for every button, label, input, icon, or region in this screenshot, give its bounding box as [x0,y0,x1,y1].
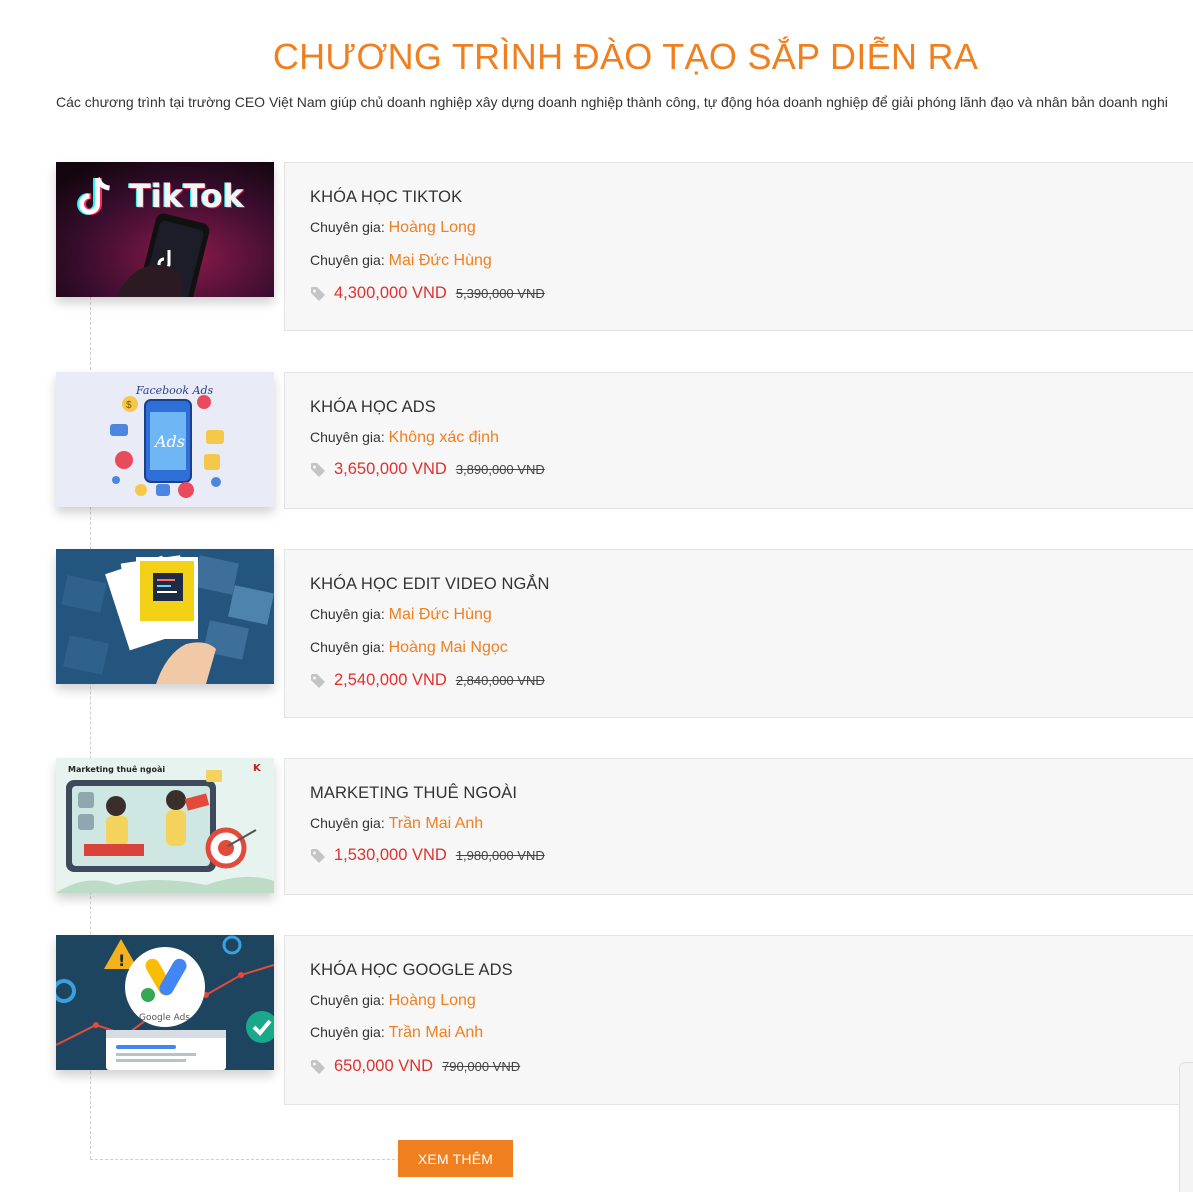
page-subtitle: Các chương trình tại trường CEO Việt Nam… [56,94,1168,110]
svg-text:Google Ads: Google Ads [139,1013,190,1023]
course-expert: Chuyên gia: Mai Đức Hùng [310,606,492,624]
course-item: Marketing thuê ngoài K MARKETING THUÊ NG… [56,758,1193,895]
expert-label: Chuyên gia: [310,429,389,445]
price-tag-icon [311,673,325,688]
course-thumbnail[interactable]: ! Google Ads [56,935,274,1070]
course-title[interactable]: MARKETING THUÊ NGOÀI [310,784,517,803]
price-tag-icon [311,286,325,301]
course-card: KHÓA HỌC ADS Chuyên gia: Không xác định … [284,372,1193,509]
price-tag-icon [311,1059,325,1074]
course-price: 4,300,000 VND [334,284,447,302]
course-old-price: 2,840,000 VND [455,673,545,688]
expert-label: Chuyên gia: [310,1024,389,1040]
course-expert: Chuyên gia: Hoàng Long [310,992,476,1010]
svg-text:Marketing thuê ngoài: Marketing thuê ngoài [68,764,165,774]
course-thumbnail[interactable] [56,549,274,684]
course-expert: Chuyên gia: Không xác định [310,429,499,447]
price-row: 650,000 VND 790,000 VND [310,1057,520,1076]
price-tag-icon [311,462,325,477]
course-thumbnail[interactable]: Marketing thuê ngoài K [56,758,274,893]
course-old-price: 5,390,000 VND [455,286,545,301]
marketing-illustration-icon: Marketing thuê ngoài K [56,758,274,893]
course-expert: Chuyên gia: Trần Mai Anh [310,1024,483,1042]
side-widget-tab[interactable] [1179,1062,1193,1192]
course-old-price: 790,000 VND [442,1059,521,1074]
course-old-price: 3,890,000 VND [455,462,545,477]
course-card: KHÓA HỌC EDIT VIDEO NGẮN Chuyên gia: Mai… [284,549,1193,718]
course-expert: Chuyên gia: Mai Đức Hùng [310,252,492,270]
svg-text:$: $ [126,400,132,411]
course-price: 3,650,000 VND [334,460,447,478]
expert-name[interactable]: Mai Đức Hùng [389,252,492,269]
course-price: 2,540,000 VND [334,671,447,689]
expert-label: Chuyên gia: [310,639,389,655]
course-expert: Chuyên gia: Trần Mai Anh [310,815,483,833]
course-price: 1,530,000 VND [334,846,447,864]
tiktok-logo-icon: TikTok TikTok TikTok [56,162,274,297]
price-row: 3,650,000 VND 3,890,000 VND [310,460,545,479]
course-title[interactable]: KHÓA HỌC ADS [310,398,436,417]
expert-name[interactable]: Hoàng Mai Ngọc [389,639,508,656]
course-item: ! Google Ads KHÓA HỌC GOOGLE ADS Chuyên … [56,935,1193,1105]
view-more-button[interactable]: XEM THÊM [398,1140,513,1177]
price-row: 2,540,000 VND 2,840,000 VND [310,671,545,690]
course-expert: Chuyên gia: Hoàng Long [310,219,476,237]
expert-label: Chuyên gia: [310,992,389,1008]
google-ads-logo-icon: ! Google Ads [56,935,274,1070]
expert-name[interactable]: Hoàng Long [389,992,476,1009]
svg-text:Ads: Ads [153,432,185,451]
course-thumbnail[interactable]: TikTok TikTok TikTok [56,162,274,297]
expert-name[interactable]: Hoàng Long [389,219,476,236]
expert-label: Chuyên gia: [310,815,389,831]
page-title: CHƯƠNG TRÌNH ĐÀO TẠO SẮP DIỄN RA [272,36,979,77]
svg-text:K: K [253,763,262,774]
course-price: 650,000 VND [334,1057,434,1075]
course-title[interactable]: KHÓA HỌC TIKTOK [310,188,462,207]
course-expert: Chuyên gia: Hoàng Mai Ngọc [310,639,508,657]
svg-text:TikTok: TikTok [129,177,245,215]
expert-name[interactable]: Mai Đức Hùng [389,606,492,623]
course-item: TikTok TikTok TikTok KHÓA HỌC TIKTOK Chu… [56,162,1193,331]
course-item: KHÓA HỌC EDIT VIDEO NGẮN Chuyên gia: Mai… [56,549,1193,718]
course-card: KHÓA HỌC TIKTOK Chuyên gia: Hoàng Long C… [284,162,1193,331]
expert-name[interactable]: Trần Mai Anh [389,1024,484,1041]
price-row: 4,300,000 VND 5,390,000 VND [310,284,545,303]
phone-ads-icon: Facebook Ads Ads $ [56,372,274,507]
course-card: KHÓA HỌC GOOGLE ADS Chuyên gia: Hoàng Lo… [284,935,1193,1105]
expert-label: Chuyên gia: [310,606,389,622]
timeline-line-bottom [90,1159,400,1160]
expert-name[interactable]: Trần Mai Anh [389,815,484,832]
svg-text:Facebook Ads: Facebook Ads [135,384,214,397]
expert-name[interactable]: Không xác định [389,429,499,446]
price-row: 1,530,000 VND 1,980,000 VND [310,846,545,865]
svg-text:!: ! [118,951,125,970]
expert-label: Chuyên gia: [310,219,389,235]
course-title[interactable]: KHÓA HỌC GOOGLE ADS [310,961,513,980]
price-tag-icon [311,848,325,863]
course-card: MARKETING THUÊ NGOÀI Chuyên gia: Trần Ma… [284,758,1193,895]
expert-label: Chuyên gia: [310,252,389,268]
course-item: Facebook Ads Ads $ KHÓA HỌC ADS Chuyên g… [56,372,1193,509]
photo-cards-icon [56,549,274,684]
course-title[interactable]: KHÓA HỌC EDIT VIDEO NGẮN [310,575,550,594]
course-old-price: 1,980,000 VND [455,848,545,863]
course-thumbnail[interactable]: Facebook Ads Ads $ [56,372,274,507]
